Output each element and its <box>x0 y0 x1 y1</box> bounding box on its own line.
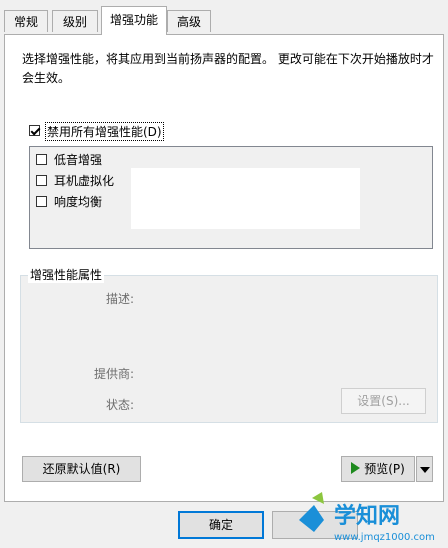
bass-boost-checkbox[interactable] <box>36 154 47 165</box>
svg-text:学知网: 学知网 <box>334 503 400 529</box>
preview-dropdown-arrow-icon[interactable] <box>416 456 433 482</box>
watermark-logo: 学知网 www.jmqz1000.com <box>294 490 448 545</box>
tab-levels[interactable]: 级别 <box>52 10 98 32</box>
disable-all-label[interactable]: 禁用所有增强性能(D) <box>45 122 164 141</box>
settings-button[interactable]: 设置(S)... <box>341 388 426 414</box>
headphone-virtualization-checkbox[interactable] <box>36 175 47 186</box>
list-blank-area <box>131 168 360 229</box>
watermark-icon: 学知网 www.jmqz1000.com <box>299 492 435 543</box>
tab-enhancements[interactable]: 增强功能 <box>101 6 167 35</box>
properties-group-title: 增强性能属性 <box>28 266 105 283</box>
disable-all-checkbox[interactable] <box>29 125 40 136</box>
restore-defaults-button[interactable]: 还原默认值(R) <box>22 456 141 482</box>
loudness-equalization-checkbox[interactable] <box>36 196 47 207</box>
loudness-equalization-label[interactable]: 响度均衡 <box>54 193 102 210</box>
svg-text:www.jmqz1000.com: www.jmqz1000.com <box>334 532 435 543</box>
provider-label: 提供商: <box>93 367 134 381</box>
bass-boost-label[interactable]: 低音增强 <box>54 151 102 168</box>
ok-button[interactable]: 确定 <box>178 511 264 539</box>
description-label: 描述: <box>105 292 134 306</box>
preview-button[interactable]: 预览(P) <box>341 456 415 482</box>
tab-general[interactable]: 常规 <box>4 10 48 32</box>
play-icon <box>351 462 361 474</box>
preview-label: 预览(P) <box>364 462 405 476</box>
status-label: 状态: <box>105 398 134 412</box>
tab-advanced[interactable]: 高级 <box>167 10 211 32</box>
headphone-virtualization-label[interactable]: 耳机虚拟化 <box>54 172 114 189</box>
description-text: 选择增强性能，将其应用到当前扬声器的配置。 更改可能在下次开始播放时才会生效。 <box>22 52 434 85</box>
tab-bar: 常规 级别 增强功能 高级 <box>0 0 448 35</box>
